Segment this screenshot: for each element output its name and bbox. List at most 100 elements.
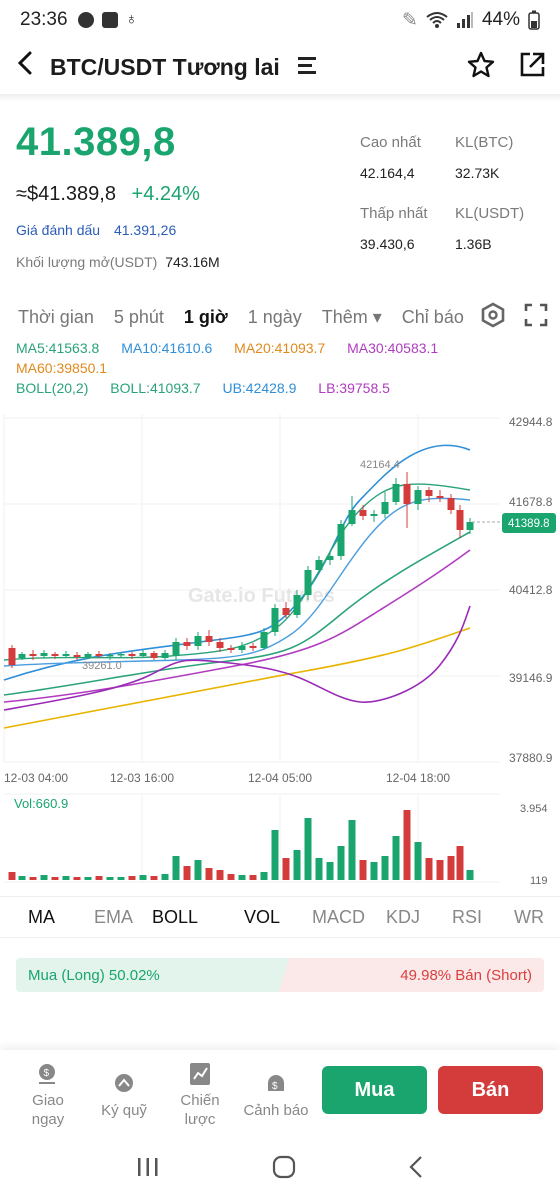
price-alert-button[interactable]: $ Cảnh báo xyxy=(238,1071,314,1120)
sell-button[interactable]: Bán xyxy=(438,1066,543,1114)
volume-label: Vol:660.9 xyxy=(14,796,68,811)
tab-kdj[interactable]: KDJ xyxy=(386,907,420,928)
back-nav-icon[interactable] xyxy=(408,1155,424,1186)
current-price-tag-text: 41389.8 xyxy=(508,518,550,530)
last-price: 41.389,8 xyxy=(16,120,176,164)
candle-body xyxy=(172,642,180,656)
tab-macd[interactable]: MACD xyxy=(312,907,365,928)
buy-button[interactable]: Mua xyxy=(322,1066,427,1114)
check-notification-icon xyxy=(101,12,118,28)
candle-body xyxy=(40,653,48,656)
price-change: +4.24% xyxy=(131,183,200,205)
candle-body xyxy=(73,655,81,657)
candle-body xyxy=(139,653,147,656)
boll-upper: UB:42428.9 xyxy=(222,380,297,396)
chart-high-marker: 42164.4 xyxy=(360,459,400,471)
volume-bar xyxy=(128,876,136,880)
ma10-value: MA10:41610.6 xyxy=(121,340,213,356)
candle-body xyxy=(381,502,389,514)
candle-body xyxy=(18,654,26,658)
candle-body xyxy=(414,490,422,504)
volume-bar xyxy=(466,870,474,880)
svg-text:$: $ xyxy=(272,1081,278,1092)
status-time: 23:36 xyxy=(20,9,68,30)
strategy-icon xyxy=(190,1063,210,1085)
battery-icon xyxy=(528,10,540,30)
app-notification-icon xyxy=(77,12,94,28)
favorite-star-icon[interactable] xyxy=(466,50,496,85)
volume-bar xyxy=(139,875,147,880)
home-icon[interactable] xyxy=(272,1155,296,1186)
boll-params: BOLL(20,2) xyxy=(16,380,89,396)
volume-bar xyxy=(425,858,433,880)
volume-bar xyxy=(62,876,70,880)
tf-5m[interactable]: 5 phút xyxy=(114,307,164,328)
open-interest-value: 743.16M xyxy=(165,254,220,270)
tf-indicators[interactable]: Chỉ báo xyxy=(402,307,464,328)
volume-bar xyxy=(315,858,323,880)
back-arrow-icon[interactable] xyxy=(14,50,44,84)
ma60-value: MA60:39850.1 xyxy=(16,360,108,376)
candle-body xyxy=(359,510,367,516)
tab-vol[interactable]: VOL xyxy=(244,907,280,928)
volume-bar xyxy=(51,877,59,880)
volume-bar xyxy=(370,862,378,880)
tf-more[interactable]: Thêm ▾ xyxy=(322,307,382,328)
volume-bar xyxy=(414,842,422,880)
x-tick: 12-03 16:00 xyxy=(110,771,174,785)
pen-icon: ✎ xyxy=(402,9,418,31)
tab-wr[interactable]: WR xyxy=(514,907,544,928)
volume-bar xyxy=(348,820,356,880)
tf-time[interactable]: Thời gian xyxy=(18,307,94,328)
share-icon[interactable] xyxy=(518,51,546,84)
tf-1d[interactable]: 1 ngày xyxy=(248,307,302,328)
candle-body xyxy=(194,636,202,646)
margin-trade-button[interactable]: Ký quỹ xyxy=(86,1071,162,1120)
volume-bar xyxy=(304,818,312,880)
tab-boll[interactable]: BOLL xyxy=(152,907,198,928)
fullscreen-icon[interactable] xyxy=(524,303,548,332)
candle-body xyxy=(205,636,213,642)
strategy-button[interactable]: Chiến lược xyxy=(162,1061,238,1129)
short-ratio: 49.98% Bán (Short) xyxy=(278,958,544,992)
page-title[interactable]: BTC/USDT Tương lai xyxy=(50,54,280,81)
recent-apps-icon[interactable] xyxy=(136,1156,160,1185)
candle-body xyxy=(95,654,103,656)
open-interest-label: Khối lượng mở(USDT) xyxy=(16,254,158,270)
volume-bar xyxy=(227,874,235,880)
candle-body xyxy=(293,595,301,615)
volume-bar xyxy=(205,868,213,880)
tab-ma[interactable]: MA xyxy=(28,907,55,928)
signal-icon xyxy=(456,12,473,28)
tab-rsi[interactable]: RSI xyxy=(452,907,482,928)
volume-min: 119 xyxy=(530,875,548,887)
volume-bar xyxy=(29,877,37,880)
candle-body xyxy=(271,608,279,632)
ma30-value: MA30:40583.1 xyxy=(347,340,439,356)
volume-max: 3.954 xyxy=(520,803,548,815)
candle-body xyxy=(315,560,323,570)
volume-bar xyxy=(95,876,103,880)
volume-bar xyxy=(326,862,334,880)
header-shadow xyxy=(0,94,560,102)
y-tick: 40412.8 xyxy=(509,583,553,597)
candle-body xyxy=(282,608,290,615)
tf-1h[interactable]: 1 giờ xyxy=(184,307,228,328)
pair-switch-icon[interactable] xyxy=(297,55,320,80)
candlestick-chart[interactable]: Gate.io Futures 42164.4 39261.0 41389.8 … xyxy=(0,410,560,890)
price-summary: 41.389,8 ≈$41.389,8 +4.24% Giá đánh dấu … xyxy=(16,120,220,270)
candle-body xyxy=(216,642,224,648)
indicator-tabs: MA EMA BOLL VOL MACD KDJ RSI WR xyxy=(0,896,560,938)
spot-trade-button[interactable]: $ Giao ngay xyxy=(10,1061,86,1129)
margin-label: Ký quỹ xyxy=(101,1101,147,1119)
long-ratio: Mua (Long) 50.02% xyxy=(16,958,291,992)
tab-ema[interactable]: EMA xyxy=(94,907,133,928)
candle-body xyxy=(260,632,268,648)
hexagon-settings-icon[interactable] xyxy=(480,302,506,333)
candle-body xyxy=(238,646,246,650)
candle-body xyxy=(348,510,356,524)
status-bar: 23:36 ♁ ✎ 44% xyxy=(0,0,560,40)
boll-value: BOLL:41093.7 xyxy=(110,380,201,396)
boll-lower: LB:39758.5 xyxy=(318,380,390,396)
alert-icon: $ xyxy=(268,1074,284,1092)
